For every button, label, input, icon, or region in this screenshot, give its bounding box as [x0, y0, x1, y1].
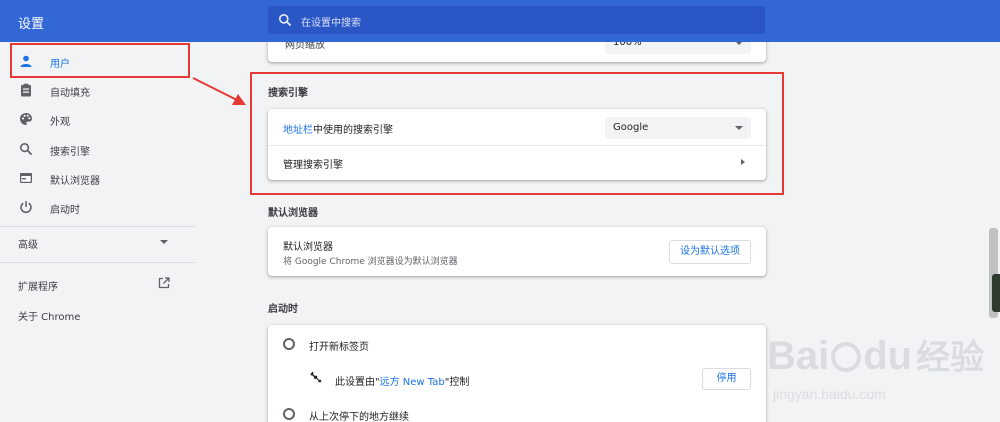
make-default-button[interactable]: 设为默认选项 — [669, 240, 751, 264]
default-browser-section-title: 默认浏览器 — [268, 208, 318, 219]
sidebar-item-label: 自动填充 — [50, 88, 90, 99]
side-widget-tab[interactable] — [992, 274, 1000, 312]
settings-search-input[interactable]: 在设置中搜索 — [268, 6, 765, 34]
radio-continue-where-left-off[interactable] — [283, 408, 295, 420]
browser-icon — [20, 173, 32, 183]
annotation-highlight-box — [10, 43, 190, 78]
extension-puzzle-icon — [310, 371, 322, 383]
power-icon — [20, 201, 32, 214]
sidebar-item-label: 默认浏览器 — [50, 176, 100, 187]
sidebar-item-appearance[interactable]: 外观 — [0, 106, 195, 132]
search-placeholder: 在设置中搜索 — [301, 18, 361, 29]
advanced-label: 高级 — [18, 240, 38, 251]
sidebar-item-extensions[interactable]: 扩展程序 — [0, 271, 195, 297]
default-browser-description: 将 Google Chrome 浏览器设为默认浏览器 — [283, 257, 458, 267]
sidebar-item-autofill[interactable]: 自动填充 — [0, 77, 195, 103]
radio-open-new-tab[interactable] — [283, 338, 295, 350]
sidebar-item-search-engine[interactable]: 搜索引擎 — [0, 136, 195, 162]
search-icon — [19, 142, 33, 156]
sidebar-item-advanced[interactable]: 高级 — [0, 229, 195, 255]
baidu-watermark: Bai du 经验 jingyan.baidu.com — [767, 316, 992, 416]
disable-extension-button[interactable]: 停用 — [702, 368, 751, 390]
paw-icon — [831, 342, 862, 372]
chevron-down-icon — [160, 240, 168, 244]
search-icon — [279, 14, 292, 27]
palette-icon — [20, 113, 32, 125]
annotation-arrow-icon — [192, 77, 246, 105]
clipboard-icon — [21, 83, 31, 97]
controlled-by-extension-label: 此设置由"远方 New Tab"控制 — [335, 377, 470, 388]
on-startup-card: 打开新标签页 此设置由"远方 New Tab"控制 停用 从上次停下的地方继续 — [268, 325, 766, 422]
sidebar-item-label: 搜索引擎 — [50, 147, 90, 158]
top-bar-overlay: 设置 在设置中搜索 — [0, 0, 1000, 42]
watermark-url: jingyan.baidu.com — [773, 386, 886, 402]
extensions-label: 扩展程序 — [18, 282, 58, 293]
sidebar-item-default-browser[interactable]: 默认浏览器 — [0, 165, 195, 191]
continue-where-left-off-label: 从上次停下的地方继续 — [309, 412, 409, 422]
annotation-highlight-box — [250, 72, 784, 195]
page-title: 设置 — [18, 17, 45, 32]
default-browser-card: 默认浏览器 将 Google Chrome 浏览器设为默认浏览器 设为默认选项 — [268, 227, 766, 276]
sidebar-item-label: 启动时 — [50, 205, 80, 216]
extension-link[interactable]: 远方 New Tab — [380, 377, 445, 388]
default-browser-label: 默认浏览器 — [283, 242, 333, 253]
on-startup-section-title: 启动时 — [268, 304, 298, 315]
sidebar-item-label: 外观 — [50, 117, 70, 128]
open-in-new-icon — [158, 277, 170, 289]
sidebar-item-about-chrome[interactable]: 关于 Chrome — [0, 301, 195, 327]
about-label: 关于 Chrome — [18, 312, 81, 323]
sidebar-divider — [0, 262, 195, 263]
sidebar-divider — [0, 226, 195, 227]
open-new-tab-label: 打开新标签页 — [309, 342, 369, 353]
watermark-brand: Bai du 经验 — [767, 334, 985, 378]
sidebar-item-on-startup[interactable]: 启动时 — [0, 194, 195, 220]
